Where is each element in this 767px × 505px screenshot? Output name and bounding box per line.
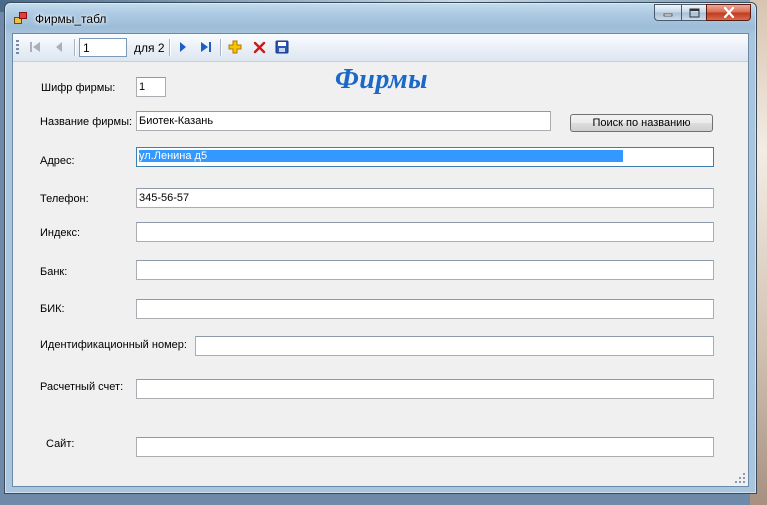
record-count-label: для 2 bbox=[134, 41, 165, 55]
minimize-button[interactable] bbox=[654, 4, 681, 21]
position-input[interactable] bbox=[79, 38, 127, 57]
index-field[interactable] bbox=[136, 222, 714, 242]
bik-field[interactable] bbox=[136, 299, 714, 319]
inn-label: Идентификационный номер: bbox=[40, 339, 187, 351]
name-field[interactable] bbox=[136, 111, 551, 131]
bank-label: Банк: bbox=[40, 266, 68, 278]
account-field[interactable] bbox=[136, 379, 714, 399]
bank-field[interactable] bbox=[136, 260, 714, 280]
save-icon bbox=[275, 40, 289, 54]
phone-field[interactable] bbox=[136, 188, 714, 208]
move-first-button[interactable] bbox=[25, 38, 45, 56]
delete-button[interactable] bbox=[249, 38, 269, 56]
address-value: ул.Ленина д5 bbox=[139, 150, 623, 162]
move-first-icon bbox=[30, 42, 40, 52]
phone-label: Телефон: bbox=[40, 193, 89, 205]
name-label: Название фирмы: bbox=[40, 116, 133, 128]
resize-grip-icon[interactable] bbox=[734, 472, 746, 484]
toolbar-separator bbox=[220, 39, 222, 56]
maximize-icon bbox=[689, 8, 699, 17]
index-label: Индекс: bbox=[40, 227, 81, 239]
add-new-icon bbox=[228, 40, 242, 54]
move-next-icon bbox=[180, 42, 186, 52]
toolbar-grip[interactable] bbox=[16, 40, 19, 55]
delete-icon bbox=[253, 41, 265, 53]
form-heading: Фирмы bbox=[335, 64, 429, 95]
address-label: Адрес: bbox=[40, 155, 75, 167]
address-field[interactable]: ул.Ленина д5 bbox=[136, 147, 714, 167]
toolbar-separator bbox=[169, 39, 171, 56]
form-client-area: для 2 Фирмы Шифр фирмы: Название фирмы: bbox=[12, 33, 749, 487]
title-bar[interactable]: Фирмы_табл bbox=[5, 3, 756, 33]
binding-navigator: для 2 bbox=[13, 34, 748, 62]
app-icon bbox=[14, 12, 28, 24]
minimize-icon bbox=[663, 13, 673, 16]
account-label: Расчетный счет: bbox=[40, 381, 124, 393]
site-label: Сайт: bbox=[46, 438, 75, 450]
move-last-icon bbox=[201, 42, 211, 52]
caption-buttons bbox=[654, 4, 751, 23]
close-icon bbox=[723, 7, 734, 18]
move-previous-button[interactable] bbox=[49, 38, 69, 56]
site-field[interactable] bbox=[136, 437, 714, 457]
add-new-button[interactable] bbox=[225, 38, 245, 56]
close-button[interactable] bbox=[706, 4, 751, 21]
move-previous-icon bbox=[56, 42, 62, 52]
move-last-button[interactable] bbox=[196, 38, 216, 56]
save-button[interactable] bbox=[272, 38, 292, 56]
maximize-button[interactable] bbox=[681, 4, 706, 21]
code-label: Шифр фирмы: bbox=[41, 82, 116, 94]
toolbar-separator bbox=[74, 39, 76, 56]
app-window: Фирмы_табл для 2 bbox=[4, 2, 757, 494]
code-field[interactable] bbox=[136, 77, 166, 97]
window-title: Фирмы_табл bbox=[35, 12, 107, 26]
bik-label: БИК: bbox=[40, 303, 65, 315]
inn-field[interactable] bbox=[195, 336, 714, 356]
search-by-name-button[interactable]: Поиск по названию bbox=[570, 114, 713, 132]
move-next-button[interactable] bbox=[173, 38, 193, 56]
